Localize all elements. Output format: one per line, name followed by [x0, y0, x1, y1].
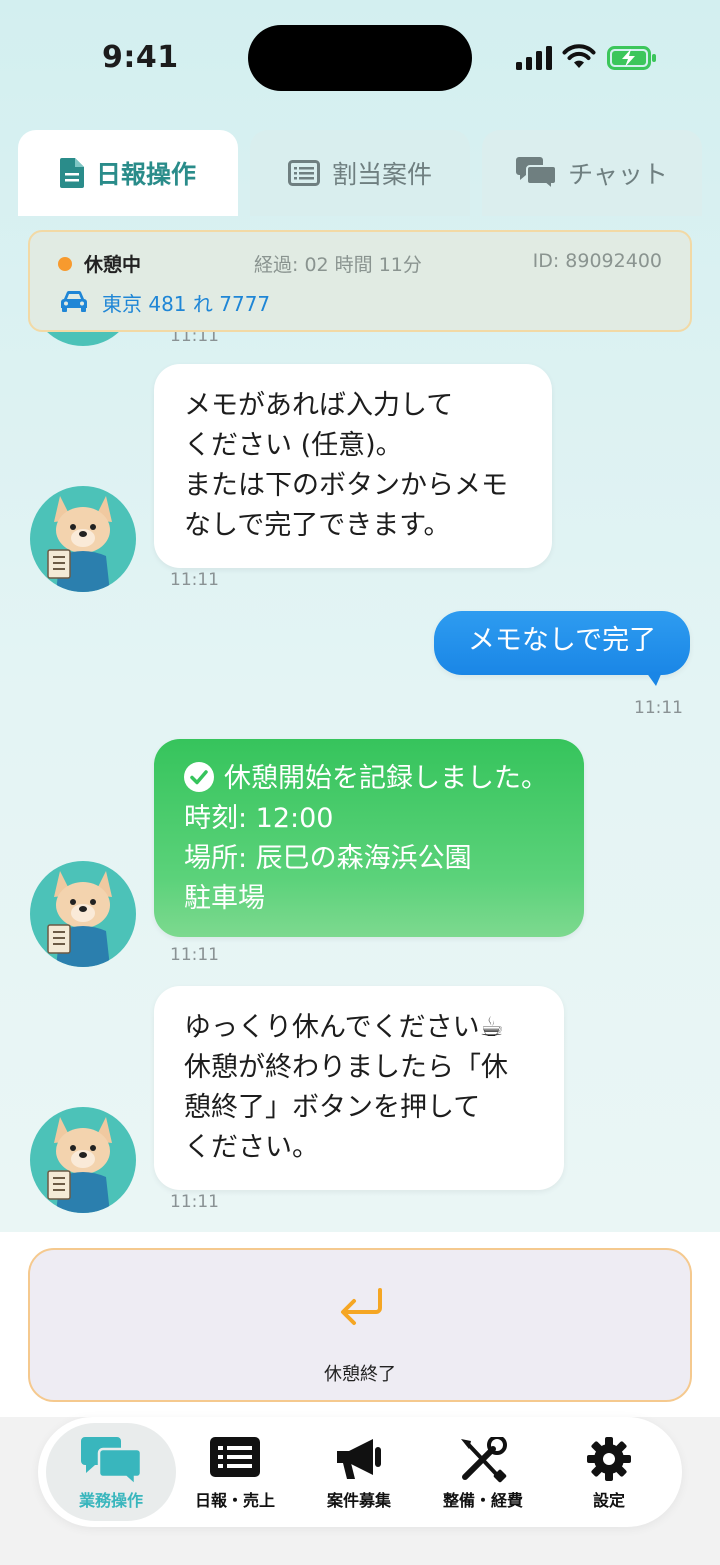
message-timestamp: 11:11 [634, 698, 683, 718]
bottom-nav-container: 業務操作 日報・売上 案件募集 整備・経費 設定 [0, 1417, 720, 1565]
bot-avatar [30, 486, 136, 592]
dog-mascot-icon [47, 496, 112, 592]
bot-avatar [30, 1107, 136, 1213]
tab-label: チャット [568, 160, 668, 189]
message-line: 休憩開始を記録しました。 [224, 763, 548, 794]
message-line: 駐車場 [184, 883, 265, 914]
chat-icon [516, 157, 557, 189]
wifi-icon [562, 44, 596, 68]
tab-label: 日報操作 [95, 160, 196, 189]
status-label: 休憩中 [84, 254, 142, 276]
dynamic-island [248, 25, 472, 91]
bubble-tail [646, 672, 662, 686]
tab-daily-report[interactable]: 日報操作 [18, 130, 238, 216]
end-break-button[interactable]: 休憩終了 [28, 1248, 692, 1402]
message-timestamp: 11:11 [170, 332, 219, 346]
message-timestamp: 11:11 [170, 570, 219, 590]
message-line: または下のボタンからメモ [184, 470, 508, 501]
elapsed-time: 経過: 02 時間 11分 [254, 254, 422, 276]
message-timestamp: 11:11 [170, 1192, 219, 1212]
nav-item-daily-sales[interactable]: 日報・売上 [170, 1423, 300, 1521]
user-message: メモなしで完了 [434, 611, 690, 675]
status-banner: 休憩中 経過: 02 時間 11分 ID: 89092400 東京 481 れ … [28, 230, 692, 332]
message-line: 時刻: 12:00 [184, 803, 334, 834]
return-arrow-icon [341, 1288, 382, 1325]
nav-label: 日報・売上 [194, 1491, 275, 1510]
vehicle-plate: 東京 481 れ 7777 [102, 292, 271, 316]
gear-icon [587, 1437, 631, 1481]
tab-label: 割当案件 [331, 160, 432, 189]
car-icon [61, 290, 87, 312]
nav-label: 設定 [592, 1491, 625, 1510]
bot-message: メモがあれば入力して ください (任意)。 または下のボタンからメモ なしで完了… [154, 364, 552, 568]
dog-mascot-icon [47, 1117, 112, 1213]
message-line: 憩終了」ボタンを押して [184, 1092, 481, 1123]
bot-avatar [30, 861, 136, 967]
message-text: メモなしで完了 [467, 625, 657, 656]
megaphone-icon [337, 1439, 381, 1479]
top-tabs: 日報操作 割当案件 チャット [18, 130, 702, 216]
message-line: ください。 [184, 1132, 319, 1163]
action-area: 休憩終了 [0, 1232, 720, 1417]
tools-icon [461, 1437, 507, 1483]
message-line: 場所: 辰巳の森海浜公園 [184, 843, 472, 874]
nav-label: 案件募集 [326, 1491, 391, 1510]
driver-id: ID: 89092400 [532, 250, 662, 272]
bot-confirmation-message: 休憩開始を記録しました。 時刻: 12:00 場所: 辰巳の森海浜公園 駐車場 [154, 739, 584, 937]
nav-label: 整備・経費 [442, 1491, 523, 1510]
nav-item-operations[interactable]: 業務操作 [46, 1423, 176, 1521]
bot-message: ゆっくり休んでください☕ 休憩が終わりましたら「休 憩終了」ボタンを押して くだ… [154, 986, 564, 1190]
nav-item-maintenance-expenses[interactable]: 整備・経費 [418, 1423, 548, 1521]
tab-assigned-cases[interactable]: 割当案件 [250, 130, 470, 216]
message-line: ゆっくり休んでください☕ [184, 1012, 504, 1043]
bottom-nav: 業務操作 日報・売上 案件募集 整備・経費 設定 [38, 1417, 682, 1527]
message-line: 休憩が終わりましたら「休 [184, 1052, 508, 1083]
check-circle-icon [184, 762, 214, 792]
message-line: なしで完了できます。 [184, 510, 451, 541]
battery-icon [607, 46, 656, 70]
nav-item-settings[interactable]: 設定 [544, 1423, 674, 1521]
nav-label: 業務操作 [78, 1491, 143, 1510]
bot-avatar [30, 332, 136, 346]
message-line: メモがあれば入力して [184, 390, 454, 421]
end-break-label: 休憩終了 [324, 1364, 396, 1385]
status-indicator [58, 257, 72, 271]
document-icon [59, 158, 84, 188]
message-line: ください (任意)。 [184, 430, 403, 461]
signal-icon [516, 46, 552, 70]
status-bar: 9:41 [0, 0, 720, 120]
chat-thread[interactable]: 11:11 メモがあれば入力して ください (任意)。 または下のボタンからメモ… [0, 332, 720, 1232]
tab-chat[interactable]: チャット [482, 130, 702, 216]
chat-bubbles-icon [81, 1437, 141, 1485]
message-timestamp: 11:11 [170, 945, 219, 965]
clock: 9:41 [102, 40, 179, 75]
list-icon [287, 160, 320, 186]
list-icon [210, 1437, 260, 1477]
nav-item-job-posting[interactable]: 案件募集 [294, 1423, 424, 1521]
dog-mascot-icon [47, 871, 112, 967]
